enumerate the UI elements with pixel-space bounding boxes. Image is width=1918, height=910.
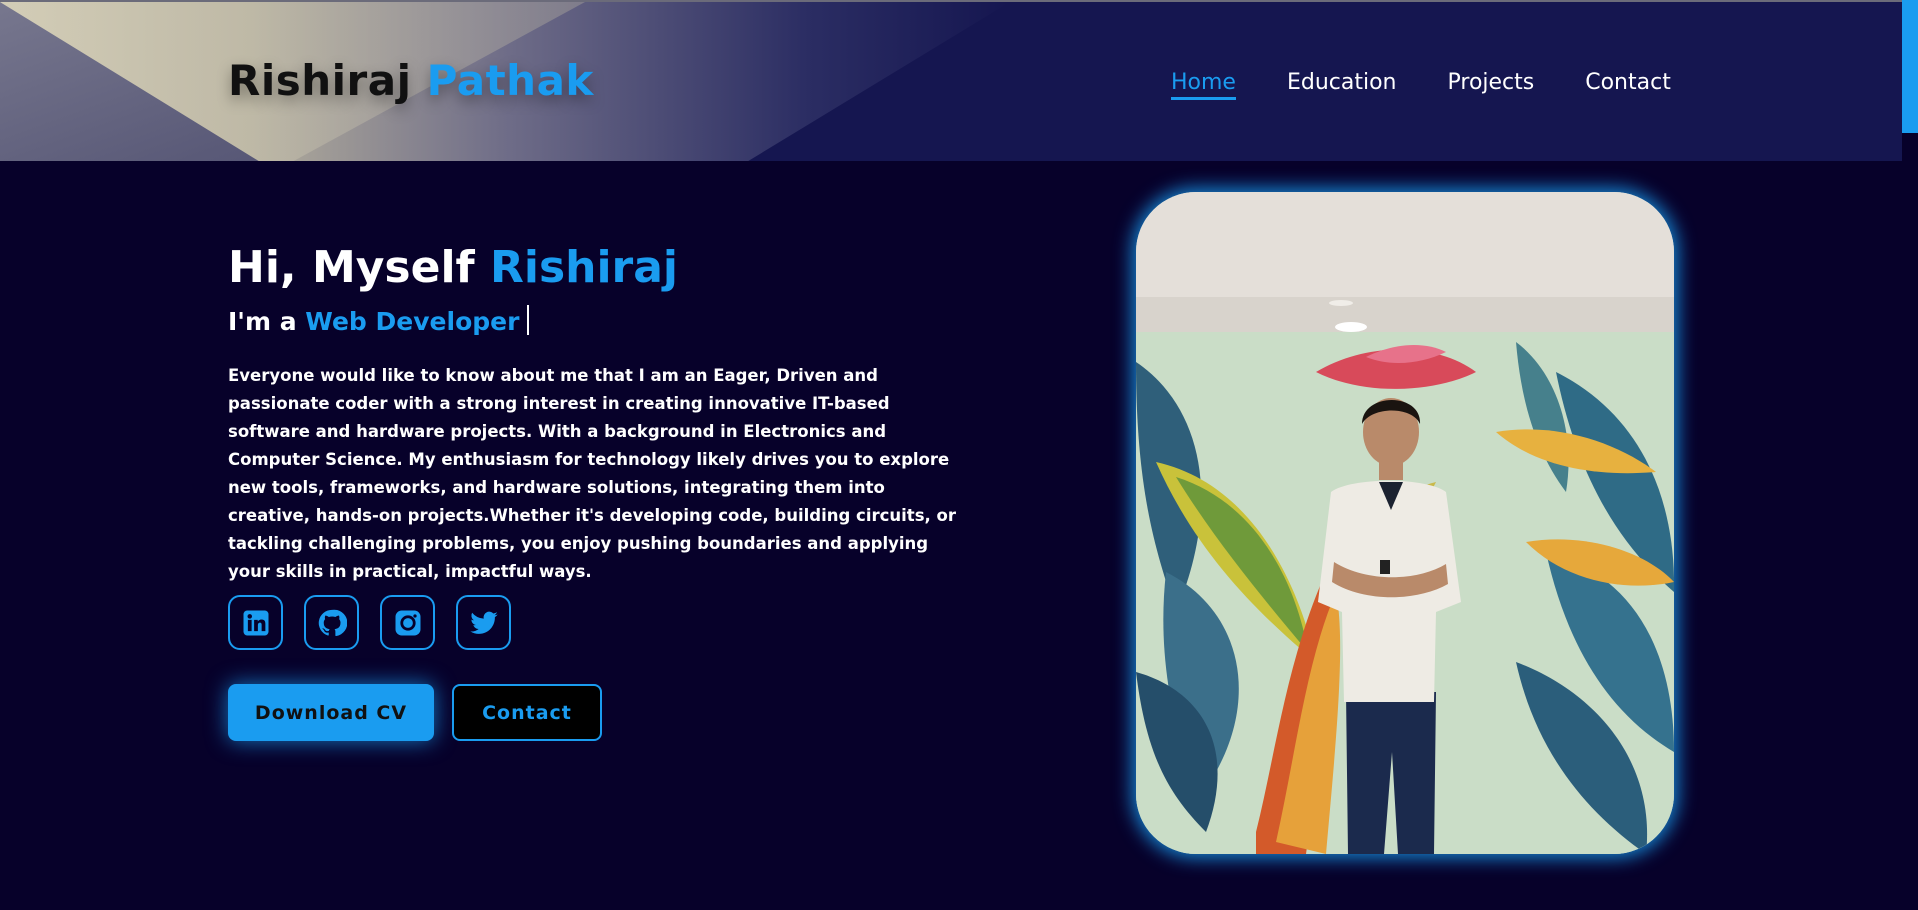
typing-cursor: [527, 305, 530, 335]
main-nav: Home Education Projects Contact: [1171, 70, 1671, 100]
hero-greeting: Hi, Myself: [228, 242, 490, 293]
hero-title: Hi, Myself Rishiraj: [228, 242, 678, 293]
profile-photo-illustration: [1136, 192, 1674, 854]
profile-photo: [1136, 192, 1674, 854]
logo-first-name: Rishiraj: [228, 56, 412, 105]
twitter-link[interactable]: [456, 595, 511, 650]
social-links: [228, 595, 511, 650]
role-prefix: I'm a: [228, 307, 306, 336]
linkedin-icon: [243, 610, 268, 635]
download-cv-button[interactable]: Download CV: [228, 684, 434, 741]
github-icon: [318, 609, 347, 636]
instagram-icon: [395, 610, 420, 635]
role-text: Web Developer: [305, 307, 520, 336]
hero-name: Rishiraj: [489, 242, 679, 293]
hero-subtitle: I'm a Web Developer: [228, 305, 530, 336]
scrollbar-thumb[interactable]: [1902, 0, 1918, 133]
nav-contact[interactable]: Contact: [1585, 70, 1671, 100]
contact-button[interactable]: Contact: [452, 684, 602, 741]
nav-projects[interactable]: Projects: [1448, 70, 1535, 100]
bio-paragraph: Everyone would like to know about me tha…: [228, 366, 956, 581]
nav-education[interactable]: Education: [1287, 70, 1397, 100]
logo-last-name: Pathak: [426, 56, 594, 105]
twitter-icon: [469, 611, 498, 634]
instagram-link[interactable]: [380, 595, 435, 650]
logo[interactable]: Rishiraj Pathak: [228, 56, 594, 105]
linkedin-link[interactable]: [228, 595, 283, 650]
github-link[interactable]: [304, 595, 359, 650]
nav-home[interactable]: Home: [1171, 70, 1236, 100]
site-header: Rishiraj Pathak Home Education Projects …: [0, 0, 1902, 161]
